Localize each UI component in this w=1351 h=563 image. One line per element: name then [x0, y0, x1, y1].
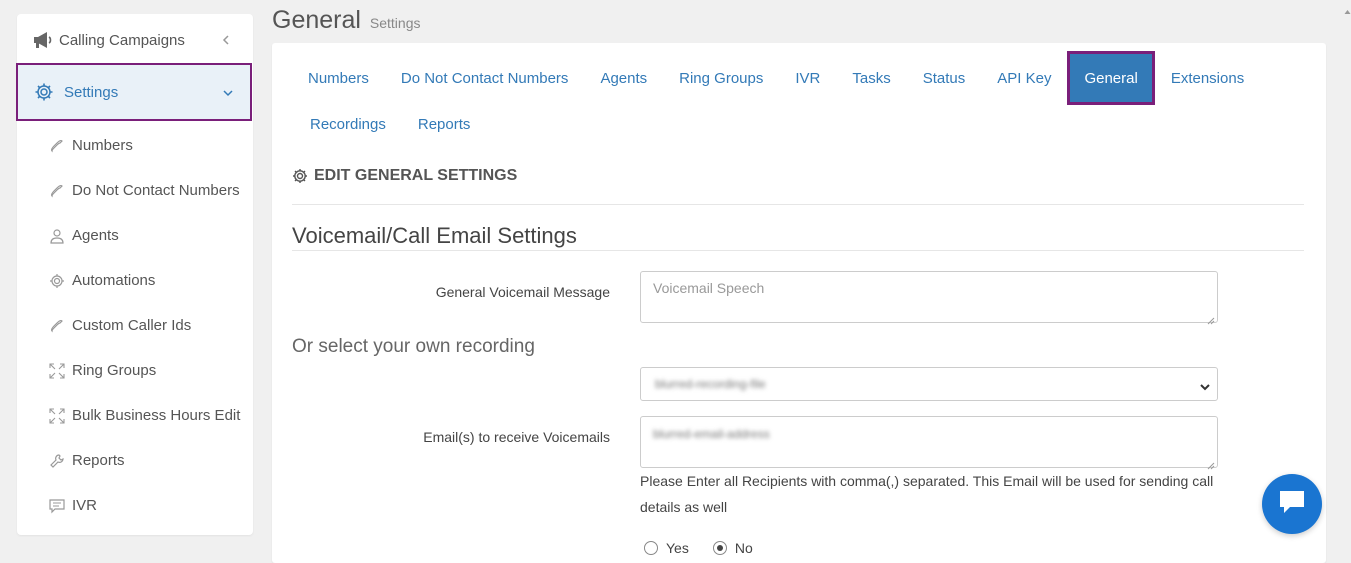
- tab-general[interactable]: General: [1067, 51, 1155, 105]
- resize-handle-icon[interactable]: [1207, 312, 1215, 325]
- emails-label: Email(s) to receive Voicemails: [423, 429, 610, 445]
- message-icon: [48, 497, 66, 515]
- sidebar-calling-campaigns-label: Calling Campaigns: [59, 31, 185, 49]
- sidebar-item-custom-caller-ids[interactable]: Custom Caller Ids: [17, 303, 253, 348]
- subsection-title: Voicemail/Call Email Settings: [292, 223, 577, 248]
- radio-yes[interactable]: [644, 541, 658, 555]
- tab-ring-groups[interactable]: Ring Groups: [663, 58, 779, 98]
- chat-button[interactable]: [1262, 474, 1322, 534]
- tab-agents[interactable]: Agents: [584, 58, 663, 98]
- expand-icon: [48, 407, 66, 425]
- sidebar-item-label: Agents: [72, 227, 119, 244]
- section-heading-text: EDIT GENERAL SETTINGS: [314, 167, 518, 184]
- sidebar-item-label: Bulk Business Hours Edit: [72, 407, 241, 424]
- sidebar-item-label: Ring Groups: [72, 362, 157, 379]
- tab-ivr[interactable]: IVR: [779, 58, 836, 98]
- tab-do-not-contact-numbers[interactable]: Do Not Contact Numbers: [385, 58, 585, 98]
- expand-icon: [48, 362, 66, 380]
- sidebar-settings-label: Settings: [64, 83, 119, 101]
- page-title: General Settings: [272, 6, 421, 35]
- voicemail-placeholder: Voicemail Speech: [653, 280, 765, 296]
- chat-icon: [1277, 488, 1307, 521]
- divider: [292, 250, 1304, 251]
- sidebar-settings[interactable]: Settings: [16, 63, 252, 121]
- scrollbar[interactable]: [1344, 0, 1351, 548]
- divider: [292, 204, 1304, 205]
- page-title-text: General: [272, 6, 361, 34]
- phone-icon: [48, 317, 66, 335]
- sidebar-item-automations[interactable]: Automations: [17, 258, 253, 303]
- tab-extensions[interactable]: Extensions: [1155, 58, 1260, 98]
- sidebar-item-reports[interactable]: Reports: [17, 438, 253, 483]
- tabs-row-2: Recordings Reports: [294, 104, 486, 144]
- recording-selected-value: blurred-recording-file: [655, 377, 766, 391]
- wrench-icon: [48, 452, 66, 470]
- tabs-row-1: Numbers Do Not Contact Numbers Agents Ri…: [292, 51, 1260, 105]
- sidebar-item-agents[interactable]: Agents: [17, 213, 253, 258]
- sidebar: Calling Campaigns Settings Numbers Do No…: [16, 14, 253, 535]
- emails-help-text: Please Enter all Recipients with comma(,…: [640, 473, 1214, 515]
- voicemail-message-textarea[interactable]: Voicemail Speech: [640, 271, 1218, 325]
- alt-recording-text: Or select your own recording: [292, 336, 535, 357]
- section-heading: EDIT GENERAL SETTINGS: [292, 167, 517, 185]
- voicemail-message-label: General Voicemail Message: [435, 284, 610, 300]
- sidebar-item-label: Automations: [72, 272, 156, 289]
- megaphone-icon: [33, 31, 55, 49]
- page-subtitle: Settings: [369, 15, 421, 31]
- chevron-down-icon: [1199, 379, 1211, 397]
- chevron-left-icon[interactable]: [221, 33, 231, 50]
- phone-icon: [48, 137, 66, 155]
- phone-icon: [48, 182, 66, 200]
- sidebar-item-bulk-business-hours[interactable]: Bulk Business Hours Edit: [17, 393, 253, 438]
- gear-icon: [34, 82, 54, 102]
- sidebar-item-ivr[interactable]: IVR: [17, 483, 253, 528]
- recording-select[interactable]: blurred-recording-file: [640, 367, 1218, 401]
- sidebar-item-label: Custom Caller Ids: [72, 317, 192, 334]
- tab-tasks[interactable]: Tasks: [836, 58, 906, 98]
- radio-yes-label: Yes: [666, 540, 689, 556]
- sidebar-item-label: Reports: [72, 452, 125, 469]
- radio-no[interactable]: [712, 541, 727, 555]
- radio-group: Yes No: [644, 540, 753, 556]
- sidebar-submenu: Numbers Do Not Contact Numbers Agents Au…: [17, 123, 253, 528]
- radio-no-label: No: [734, 540, 753, 556]
- tab-recordings[interactable]: Recordings: [294, 104, 402, 144]
- sidebar-calling-campaigns[interactable]: Calling Campaigns: [17, 24, 253, 56]
- sidebar-item-label: IVR: [72, 497, 98, 514]
- main-panel: Numbers Do Not Contact Numbers Agents Ri…: [272, 43, 1326, 563]
- gear-icon: [48, 272, 66, 290]
- sidebar-item-numbers[interactable]: Numbers: [17, 123, 253, 168]
- resize-handle-icon[interactable]: [1207, 457, 1215, 470]
- tab-numbers[interactable]: Numbers: [292, 58, 385, 98]
- gear-icon: [292, 168, 308, 184]
- sidebar-item-label: Do Not Contact Numbers: [72, 182, 240, 199]
- sidebar-item-do-not-contact[interactable]: Do Not Contact Numbers: [17, 168, 253, 213]
- emails-textarea[interactable]: blurred-email-address: [640, 416, 1218, 470]
- sidebar-item-ring-groups[interactable]: Ring Groups: [17, 348, 253, 393]
- tab-reports[interactable]: Reports: [402, 104, 487, 144]
- tab-status[interactable]: Status: [907, 58, 982, 98]
- sidebar-item-label: Numbers: [72, 137, 133, 154]
- tab-api-key[interactable]: API Key: [981, 58, 1067, 98]
- scroll-up-icon[interactable]: [1344, 2, 1351, 20]
- user-icon: [48, 227, 66, 245]
- emails-value: blurred-email-address: [653, 427, 770, 441]
- chevron-down-icon[interactable]: [222, 85, 234, 102]
